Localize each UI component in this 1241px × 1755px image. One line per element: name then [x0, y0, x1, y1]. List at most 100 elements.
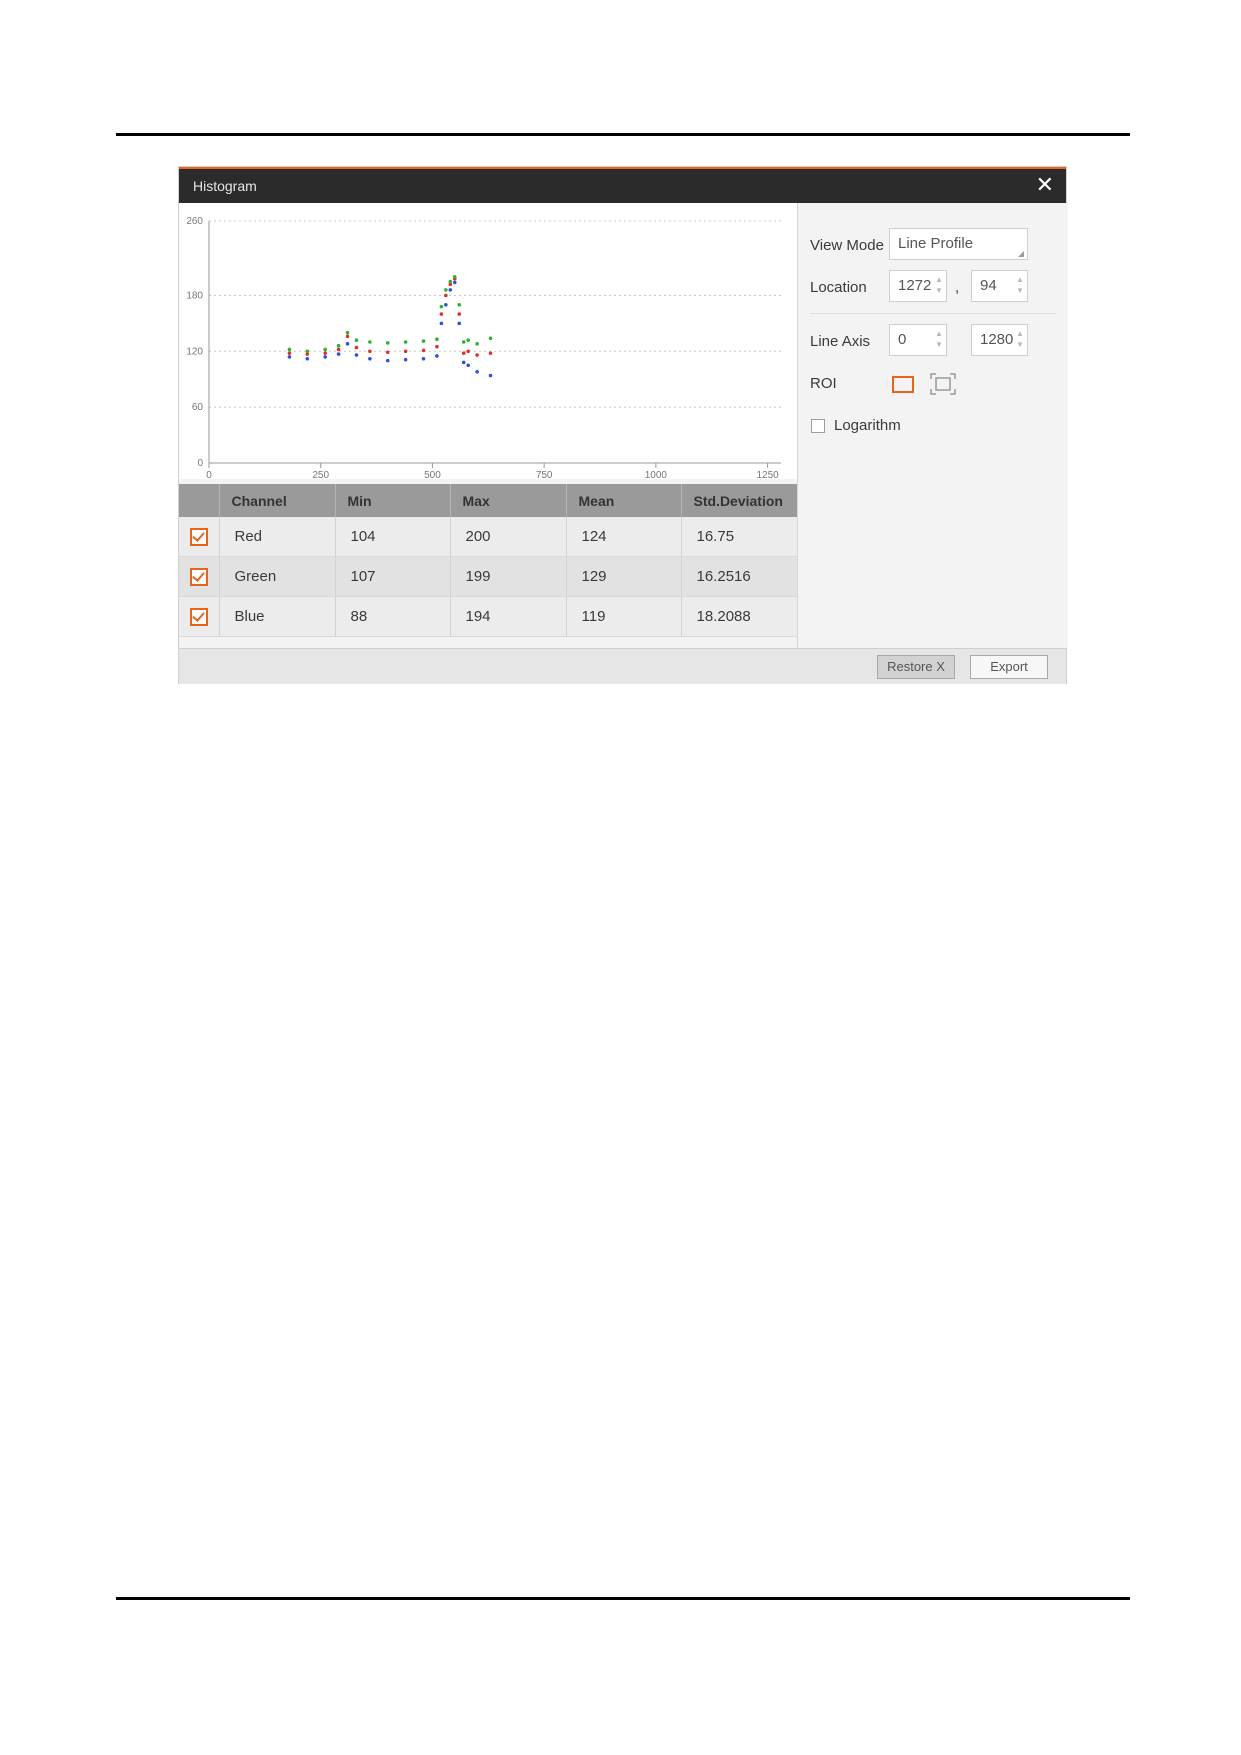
- data-point: [287, 347, 292, 352]
- logarithm-label: Logarithm: [834, 417, 901, 434]
- location-y-spinner-icon[interactable]: ▲ ▼: [1016, 274, 1024, 296]
- line-axis-end-input[interactable]: 1280 ▲ ▼: [971, 324, 1028, 356]
- y-tick-label: 260: [186, 216, 203, 227]
- line-axis-start-spinner-icon[interactable]: ▲ ▼: [935, 328, 943, 350]
- data-point: [385, 350, 390, 355]
- data-point: [439, 304, 444, 309]
- data-point: [345, 330, 350, 335]
- data-point: [421, 339, 426, 343]
- line-axis-label: Line Axis: [810, 333, 871, 350]
- y-tick-label: 120: [186, 346, 203, 357]
- x-tick-label: 1000: [645, 470, 668, 479]
- y-tick-label: 60: [192, 402, 204, 413]
- title-bar: Histogram ✕: [179, 167, 1066, 203]
- data-point: [354, 338, 359, 342]
- close-icon[interactable]: ✕: [1036, 173, 1054, 197]
- blue-checkbox[interactable]: [189, 607, 208, 626]
- data-point: [368, 356, 372, 361]
- channel-cell: Blue: [219, 596, 336, 637]
- location-y-value: 94: [980, 277, 997, 294]
- data-point: [461, 340, 466, 344]
- std-cell: 18.2088: [681, 596, 798, 637]
- data-point: [457, 302, 462, 307]
- histogram-window: Histogram ✕ 0 60 120 180 260 0 250 500 750 1000 12…: [178, 166, 1068, 684]
- dropdown-corner-icon: [1018, 251, 1024, 257]
- chart-svg: 0 60 120 180 260 0 250 500 750 1000 1250: [186, 216, 781, 479]
- channel-cell: Green: [219, 556, 336, 597]
- location-y-input[interactable]: 94 ▲ ▼: [971, 270, 1028, 302]
- data-point: [466, 349, 470, 354]
- restore-x-button[interactable]: Restore X: [877, 655, 955, 679]
- data-point: [448, 288, 453, 292]
- min-cell: 104: [335, 517, 451, 557]
- line-axis-start-input[interactable]: 0 ▲ ▼: [889, 324, 947, 356]
- data-point: [435, 337, 439, 342]
- red-checkbox[interactable]: [189, 527, 208, 546]
- view-mode-select[interactable]: Line Profile: [889, 228, 1028, 260]
- window-title: Histogram: [193, 178, 257, 194]
- data-point: [461, 351, 466, 355]
- max-cell: 194: [450, 596, 567, 637]
- data-point: [444, 293, 448, 298]
- x-tick-label: 750: [536, 470, 553, 479]
- x-tick-label: 1250: [756, 470, 779, 479]
- data-point: [323, 351, 327, 355]
- data-point: [435, 354, 439, 358]
- green-checkbox-cell[interactable]: [179, 556, 220, 597]
- data-point: [403, 349, 408, 354]
- data-point: [475, 369, 479, 374]
- view-mode-value: Line Profile: [898, 235, 974, 252]
- location-x-input[interactable]: 1272 ▲ ▼: [889, 270, 947, 302]
- line-axis-end-value: 1280: [980, 331, 1014, 348]
- data-point: [323, 347, 327, 352]
- data-point: [368, 349, 372, 354]
- location-x-spinner-icon[interactable]: ▲ ▼: [935, 274, 943, 296]
- table-row-red: Red 104 200 124 16.75: [179, 517, 798, 557]
- data-point: [475, 342, 479, 346]
- data-point: [354, 353, 359, 357]
- y-tick-label: 180: [186, 290, 203, 301]
- blue-checkbox-cell[interactable]: [179, 596, 220, 637]
- data-point: [287, 355, 292, 359]
- line-axis-end-spinner-icon[interactable]: ▲ ▼: [1016, 328, 1024, 350]
- max-cell: 199: [450, 556, 567, 597]
- data-point: [488, 351, 493, 355]
- header-min[interactable]: Min: [335, 484, 451, 517]
- export-button[interactable]: Export: [970, 655, 1048, 679]
- data-point: [466, 363, 470, 368]
- data-point: [403, 357, 408, 362]
- header-channel[interactable]: Channel: [219, 484, 336, 517]
- roi-full-frame-icon[interactable]: [930, 373, 956, 395]
- x-tick-label: 0: [206, 470, 212, 479]
- header-std-deviation[interactable]: Std.Deviation: [681, 484, 798, 517]
- data-point: [421, 348, 426, 353]
- mean-cell: 129: [566, 556, 682, 597]
- header-max[interactable]: Max: [450, 484, 567, 517]
- data-point: [323, 355, 327, 359]
- data-point: [336, 352, 341, 356]
- channel-cell: Red: [219, 517, 336, 557]
- logarithm-checkbox[interactable]: [811, 419, 825, 433]
- red-checkbox-cell[interactable]: [179, 517, 220, 557]
- roi-rectangle-icon[interactable]: [892, 376, 914, 393]
- data-point: [488, 373, 493, 378]
- line-profile-chart: 0 60 120 180 260 0 250 500 750 1000 1250: [179, 203, 797, 479]
- data-point: [475, 353, 479, 357]
- x-tick-label: 500: [424, 470, 441, 479]
- view-mode-label: View Mode: [810, 237, 884, 254]
- std-cell: 16.2516: [681, 556, 798, 597]
- table-row-blue: Blue 88 194 119 18.2088: [179, 596, 798, 637]
- header-mean[interactable]: Mean: [566, 484, 682, 517]
- bottom-bar: Restore X Export: [179, 648, 1066, 684]
- location-label: Location: [810, 279, 867, 296]
- max-cell: 200: [450, 517, 567, 557]
- data-point: [305, 356, 310, 361]
- data-point: [368, 340, 372, 344]
- stats-table: Channel Min Max Mean Std.Deviation Red 1…: [179, 484, 798, 637]
- y-tick-label: 0: [197, 458, 203, 469]
- location-separator: ,: [955, 279, 960, 296]
- data-point: [466, 338, 470, 342]
- data-point: [444, 302, 448, 307]
- data-point: [439, 321, 444, 326]
- green-checkbox[interactable]: [189, 567, 208, 586]
